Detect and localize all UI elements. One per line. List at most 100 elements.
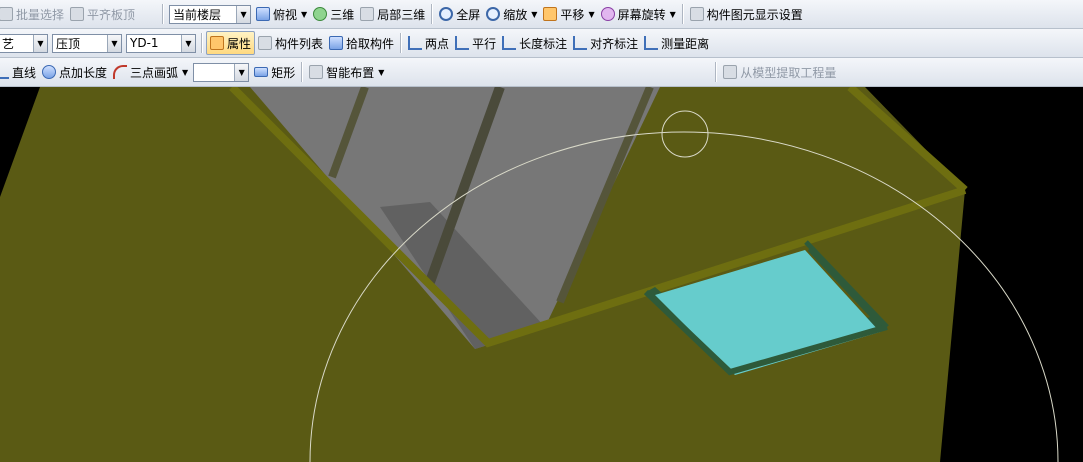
top-view-label: 俯视 (273, 7, 298, 22)
two-points-icon (408, 36, 423, 50)
line-label: 直线 (12, 65, 37, 80)
pan-icon (543, 7, 558, 21)
smart-layout-button[interactable]: 智能布置 ▼ (306, 61, 387, 83)
floor-combo-value: 当前楼层 (173, 7, 222, 22)
chevron-down-icon[interactable]: ▼ (107, 34, 121, 52)
chevron-down-icon[interactable]: ▼ (33, 34, 47, 52)
display-settings-icon (689, 7, 704, 21)
pan-label: 平移 (560, 7, 585, 22)
toolbar-element: 艺 ▼ 压顶 ▼ YD-1 ▼ 属性 构件列表 拾取构件 两点 平行 长度标注 … (0, 29, 1083, 58)
measure-icon (644, 36, 659, 50)
chevron-down-icon[interactable]: ▼ (236, 5, 251, 23)
point-length-button[interactable]: 点加长度 (39, 61, 110, 83)
view-3d-button[interactable]: 三维 (310, 3, 357, 25)
type-combo[interactable]: 压顶 ▼ (52, 33, 122, 53)
parallel-icon (455, 36, 470, 50)
measure-dist-label: 测量距离 (661, 36, 710, 51)
separator (201, 33, 203, 53)
chevron-down-icon[interactable]: ▼ (182, 68, 188, 77)
pick-icon (329, 36, 344, 50)
separator (715, 62, 718, 82)
separator (681, 4, 684, 24)
chevron-down-icon[interactable]: ▼ (588, 10, 594, 19)
rectangle-button[interactable]: 矩形 (251, 61, 298, 83)
rotate-icon (600, 7, 615, 21)
toolbar-draw: 直线 点加长度 三点画弧 ▼ ▼ 矩形 智能布置 ▼ 从模型提取工程量 (0, 58, 1083, 87)
category-combo[interactable]: 艺 ▼ (0, 33, 48, 53)
pick-element-button[interactable]: 拾取构件 (326, 32, 397, 54)
view-3d-label: 三维 (330, 7, 355, 22)
smart-layout-icon (309, 65, 324, 79)
extract-qty-label: 从模型提取工程量 (740, 65, 837, 80)
chevron-down-icon[interactable]: ▼ (181, 34, 195, 52)
separator (431, 4, 434, 24)
element-combo[interactable]: YD-1 ▼ (126, 33, 196, 53)
length-dim-icon (502, 36, 517, 50)
parallel-button[interactable]: 平行 (452, 32, 499, 54)
rectangle-label: 矩形 (271, 65, 296, 80)
batch-select-label: 批量选择 (16, 7, 65, 22)
element-list-button[interactable]: 构件列表 (255, 32, 326, 54)
fullscreen-label: 全屏 (456, 7, 481, 22)
align-top-label: 平齐板顶 (87, 7, 136, 22)
zoom-label: 缩放 (503, 7, 528, 22)
align-dim-button[interactable]: 对齐标注 (570, 32, 641, 54)
arc-mode-combo[interactable]: ▼ (193, 62, 250, 82)
toolbar-view: 批量选择 平齐板顶 当前楼层 ▼ 俯视 ▼ 三维 局部三维 全屏 缩放 ▼ 平移… (0, 0, 1083, 29)
arc-icon (113, 65, 128, 79)
extract-qty-button[interactable]: 从模型提取工程量 (720, 61, 839, 83)
chevron-down-icon[interactable]: ▼ (378, 68, 384, 77)
properties-icon (210, 36, 224, 50)
align-dim-icon (573, 36, 588, 50)
align-top-icon (70, 7, 85, 21)
view-3d-icon (313, 7, 328, 21)
rectangle-icon (254, 67, 269, 77)
local-3d-label: 局部三维 (377, 7, 426, 22)
measure-dist-button[interactable]: 测量距离 (641, 32, 712, 54)
separator (162, 4, 165, 24)
properties-button[interactable]: 属性 (206, 31, 256, 55)
point-length-icon (42, 65, 57, 79)
local-3d-icon (360, 7, 375, 21)
floor-combo[interactable]: 当前楼层 ▼ (169, 4, 252, 24)
element-list-label: 构件列表 (275, 36, 324, 51)
type-combo-value: 压顶 (56, 36, 81, 51)
local-3d-button[interactable]: 局部三维 (357, 3, 428, 25)
zoom-button[interactable]: 缩放 ▼ (483, 3, 540, 25)
element-display-button[interactable]: 构件图元显示设置 (687, 3, 806, 25)
screen-rotate-label: 屏幕旋转 (617, 7, 666, 22)
line-icon (0, 65, 9, 79)
zoom-icon (486, 7, 501, 21)
element-display-label: 构件图元显示设置 (706, 7, 803, 22)
length-dim-label: 长度标注 (519, 36, 568, 51)
three-point-arc-button[interactable]: 三点画弧 ▼ (110, 61, 191, 83)
align-top-button[interactable]: 平齐板顶 (67, 3, 138, 25)
category-combo-value: 艺 (2, 36, 15, 51)
chevron-down-icon[interactable]: ▼ (301, 10, 307, 19)
top-view-button[interactable]: 俯视 ▼ (253, 3, 310, 25)
properties-label: 属性 (227, 36, 252, 51)
parallel-label: 平行 (472, 36, 497, 51)
chevron-down-icon[interactable]: ▼ (670, 10, 676, 19)
batch-select-button[interactable]: 批量选择 (0, 3, 67, 25)
fullscreen-icon (439, 7, 454, 21)
chevron-down-icon[interactable]: ▼ (531, 10, 537, 19)
list-icon (258, 36, 273, 50)
point-length-label: 点加长度 (59, 65, 108, 80)
pan-button[interactable]: 平移 ▼ (540, 3, 597, 25)
three-point-arc-label: 三点画弧 (130, 65, 179, 80)
two-points-button[interactable]: 两点 (405, 32, 452, 54)
screen-rotate-button[interactable]: 屏幕旋转 ▼ (598, 3, 679, 25)
smart-layout-label: 智能布置 (326, 65, 375, 80)
fullscreen-button[interactable]: 全屏 (436, 3, 483, 25)
3d-viewport[interactable] (0, 87, 1083, 462)
line-button[interactable]: 直线 (0, 61, 39, 83)
length-dim-button[interactable]: 长度标注 (499, 32, 570, 54)
two-points-label: 两点 (425, 36, 450, 51)
separator (400, 33, 403, 53)
batch-select-icon (0, 7, 13, 21)
element-combo-value: YD-1 (130, 36, 159, 50)
chevron-down-icon[interactable]: ▼ (234, 63, 249, 81)
top-view-icon (256, 7, 271, 21)
separator (301, 62, 304, 82)
